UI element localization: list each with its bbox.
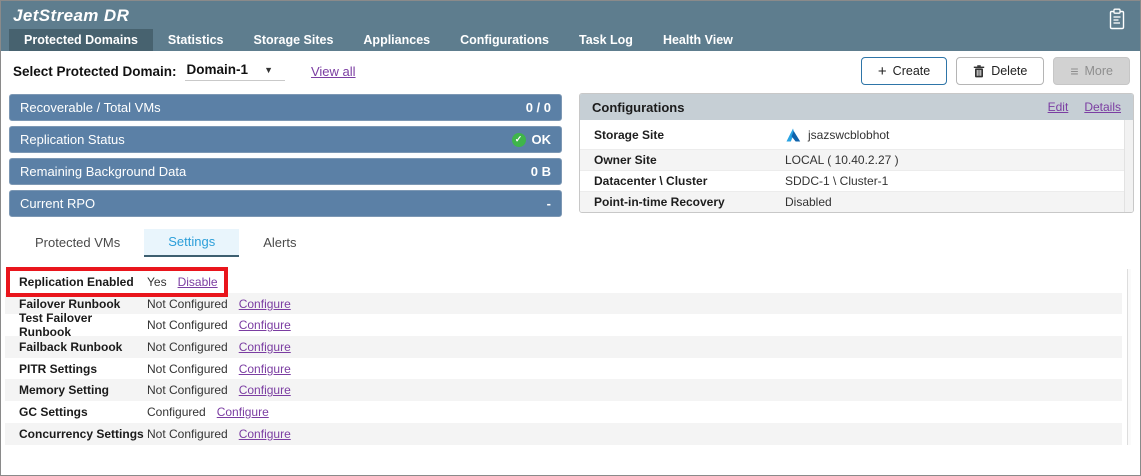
- stat-bar-remaining-background-data: Remaining Background Data 0 B: [9, 158, 562, 185]
- disable-replication-link[interactable]: Disable: [178, 275, 218, 289]
- nav-tab-health-view[interactable]: Health View: [648, 29, 748, 51]
- domain-dropdown[interactable]: Domain-1 ▼: [185, 61, 285, 81]
- owner-site-value: LOCAL ( 10.40.2.27 ): [785, 153, 899, 167]
- configure-gc-settings-link[interactable]: Configure: [217, 405, 269, 419]
- configurations-title: Configurations: [592, 100, 684, 115]
- replication-status-value: ✓ OK: [512, 132, 552, 147]
- selected-domain-value: Domain-1: [187, 62, 249, 77]
- settings-row-replication-enabled: Replication Enabled Yes Disable: [5, 271, 1122, 293]
- delete-button[interactable]: Delete: [956, 57, 1044, 85]
- pitr-value: Disabled: [785, 195, 832, 209]
- edit-link[interactable]: Edit: [1048, 100, 1069, 114]
- tab-settings[interactable]: Settings: [144, 229, 239, 257]
- menu-icon: ≡: [1070, 64, 1078, 78]
- configure-pitr-settings-link[interactable]: Configure: [239, 362, 291, 376]
- check-circle-icon: ✓: [512, 133, 526, 147]
- nav-tab-statistics[interactable]: Statistics: [153, 29, 239, 51]
- nav-tab-protected-domains[interactable]: Protected Domains: [9, 29, 153, 51]
- config-scrollbar[interactable]: [1124, 120, 1133, 212]
- configurations-header: Configurations Edit Details: [580, 94, 1133, 120]
- settings-table: Replication Enabled Yes Disable Failover…: [5, 271, 1122, 445]
- app-logo: JetStream DR: [13, 6, 129, 26]
- app-header: JetStream DR Protected Domains Statistic…: [1, 1, 1140, 51]
- remaining-data-value: 0 B: [531, 164, 551, 179]
- configure-memory-setting-link[interactable]: Configure: [239, 383, 291, 397]
- main-nav: Protected Domains Statistics Storage Sit…: [1, 29, 748, 51]
- storage-site-value: jsazswcblobhot: [808, 128, 889, 142]
- settings-scrollbar[interactable]: [1127, 269, 1131, 445]
- settings-row-pitr-settings: PITR Settings Not Configured Configure: [5, 358, 1122, 380]
- settings-row-gc-settings: GC Settings Configured Configure: [5, 401, 1122, 423]
- tab-protected-vms[interactable]: Protected VMs: [11, 229, 144, 257]
- details-link[interactable]: Details: [1084, 100, 1121, 114]
- clipboard-report-icon[interactable]: [1108, 8, 1126, 30]
- view-all-link[interactable]: View all: [311, 64, 356, 79]
- configurations-panel: Configurations Edit Details Storage Site …: [579, 93, 1134, 213]
- nav-tab-storage-sites[interactable]: Storage Sites: [239, 29, 349, 51]
- domain-toolbar: Select Protected Domain: Domain-1 ▼ View…: [1, 51, 1140, 89]
- domain-summary-bars: Recoverable / Total VMs 0 / 0 Replicatio…: [9, 94, 562, 222]
- stat-bar-replication-status: Replication Status ✓ OK: [9, 126, 562, 153]
- nav-tab-configurations[interactable]: Configurations: [445, 29, 564, 51]
- tab-alerts[interactable]: Alerts: [239, 229, 320, 257]
- current-rpo-value: -: [547, 196, 551, 211]
- configure-test-failover-runbook-link[interactable]: Configure: [239, 318, 291, 332]
- stat-bar-recoverable-vms: Recoverable / Total VMs 0 / 0: [9, 94, 562, 121]
- plus-icon: +: [878, 64, 887, 79]
- config-row-datacenter-cluster: Datacenter \ Cluster SDDC-1 \ Cluster-1: [580, 170, 1133, 191]
- configure-failback-runbook-link[interactable]: Configure: [239, 340, 291, 354]
- caret-down-icon: ▼: [264, 65, 273, 75]
- settings-row-concurrency-settings: Concurrency Settings Not Configured Conf…: [5, 423, 1122, 445]
- nav-tab-appliances[interactable]: Appliances: [348, 29, 445, 51]
- azure-icon: [785, 127, 801, 143]
- settings-row-failback-runbook: Failback Runbook Not Configured Configur…: [5, 336, 1122, 358]
- configure-failover-runbook-link[interactable]: Configure: [239, 297, 291, 311]
- settings-row-memory-setting: Memory Setting Not Configured Configure: [5, 379, 1122, 401]
- settings-row-test-failover-runbook: Test Failover Runbook Not Configured Con…: [5, 314, 1122, 336]
- jetstream-dr-window: JetStream DR Protected Domains Statistic…: [0, 0, 1141, 476]
- stat-bar-current-rpo: Current RPO -: [9, 190, 562, 217]
- detail-tabs: Protected VMs Settings Alerts: [11, 229, 320, 257]
- create-button[interactable]: + Create: [861, 57, 947, 85]
- configure-concurrency-settings-link[interactable]: Configure: [239, 427, 291, 441]
- config-row-storage-site: Storage Site jsazswcblobhot: [580, 120, 1133, 149]
- datacenter-cluster-value: SDDC-1 \ Cluster-1: [785, 174, 888, 188]
- settings-row-failover-runbook: Failover Runbook Not Configured Configur…: [5, 293, 1122, 315]
- recoverable-vms-value: 0 / 0: [526, 100, 551, 115]
- more-button[interactable]: ≡ More: [1053, 57, 1130, 85]
- select-domain-label: Select Protected Domain:: [13, 64, 177, 79]
- nav-tab-task-log[interactable]: Task Log: [564, 29, 648, 51]
- config-row-pitr: Point-in-time Recovery Disabled: [580, 191, 1133, 212]
- trash-icon: [973, 65, 985, 78]
- config-row-owner-site: Owner Site LOCAL ( 10.40.2.27 ): [580, 149, 1133, 170]
